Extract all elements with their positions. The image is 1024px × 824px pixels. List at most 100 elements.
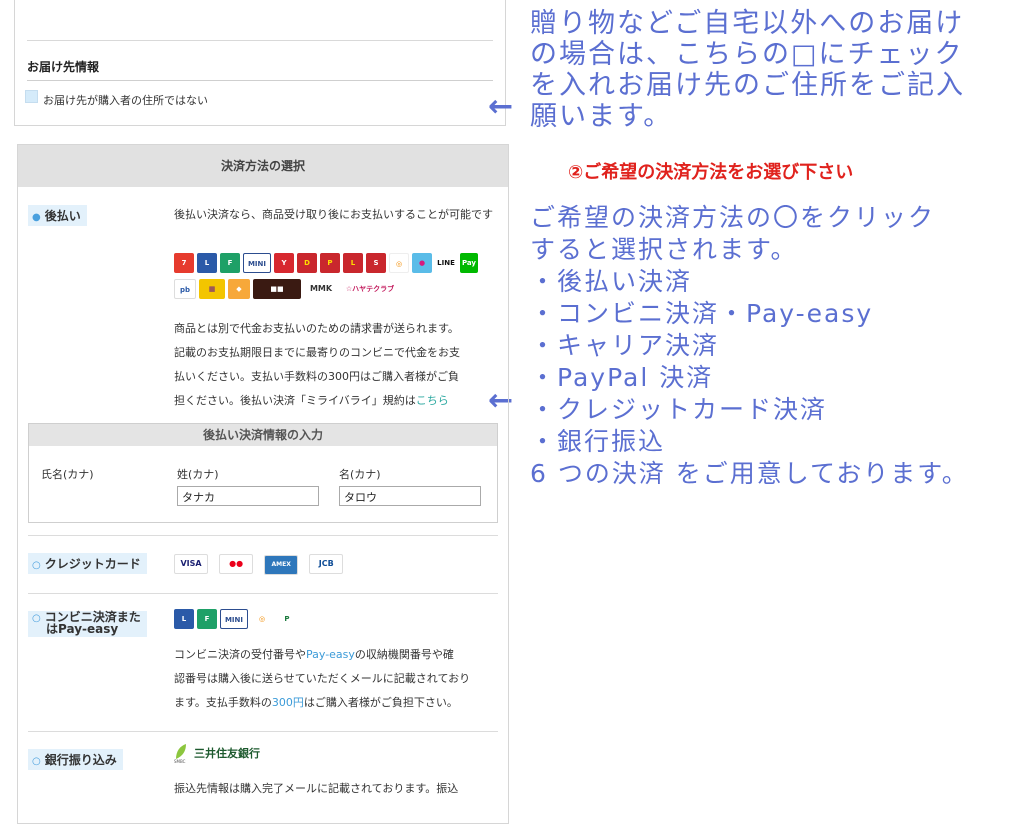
atobarai-details: 商品とは別で代金お支払いのための請求書が送られます。 記載のお支払期限日までに最… <box>174 317 496 413</box>
method-label: 後払い <box>44 209 81 223</box>
detail-line: コンビニ決済の受付番号やPay-easyの収納機関番号や確 <box>174 643 504 667</box>
radio-atobarai[interactable]: ● 後払い <box>28 205 87 226</box>
annotation-line: すると選択されます。 <box>530 235 798 264</box>
circle-logo-icon: ● <box>412 253 432 273</box>
lawson-logo-icon: L <box>174 609 194 629</box>
ministop-logo-icon: MINI <box>220 609 248 629</box>
different-address-label[interactable]: お届け先が購入者の住所ではない <box>43 92 208 108</box>
annotation-line: ・PayPal 決済 <box>530 363 714 392</box>
annotation-line: 6 つの決済 をご用意しております。 <box>530 459 969 488</box>
radio-unselected-icon: ○ <box>32 756 41 767</box>
detail-highlight: 300円 <box>271 696 304 709</box>
mastercard-logo-icon: ●● <box>219 554 254 574</box>
mmk-logo-icon: MMK <box>304 279 338 299</box>
bank-details: 振込先情報は購入完了メールに記載されております。振込 <box>174 782 459 795</box>
store-logos-row-1: 7 L F MINI Y D P L S ◎ ● LINE Pay <box>174 253 478 273</box>
annotation-line: ・キャリア決済 <box>530 331 720 360</box>
smbc-text: SMBC <box>174 759 186 763</box>
mei-kana-input[interactable]: タロウ <box>339 486 481 506</box>
sei-kana-label: 姓(カナ) <box>177 468 219 481</box>
jcb-logo-icon: JCB <box>309 554 344 574</box>
terms-link[interactable]: こちら <box>416 394 449 407</box>
orange-store-logo-icon: ◆ <box>228 279 250 299</box>
sei-kana-input[interactable]: タナカ <box>177 486 319 506</box>
annotation-heading: ②ご希望の決済方法をお選び下さい <box>568 162 854 183</box>
seicomart-sun-logo-icon: ◎ <box>389 253 409 273</box>
linepay-logo-icon: Pay <box>460 253 478 273</box>
visa-logo-icon: VISA <box>174 554 208 574</box>
yamazaki-logo-icon: Y <box>274 253 294 273</box>
detail-line: 認番号は購入後に送らせていただくメールに記載されており <box>174 672 471 685</box>
poplar-logo-icon: P <box>320 253 340 273</box>
detail-text: 担ください。後払い決済「ミライバライ」規約は <box>174 394 416 407</box>
annotation-line: ご希望の決済方法の〇をクリック <box>530 203 936 232</box>
different-address-checkbox[interactable] <box>25 90 38 103</box>
payment-method-panel: 決済方法の選択 ● 後払い 後払い決済なら、商品受け取り後にお支払いすることが可能… <box>17 144 509 824</box>
form-title: 後払い決済情報の入力 <box>29 424 497 446</box>
detail-text: コンビニ決済の受付番号や <box>174 648 306 661</box>
detail-line: 担ください。後払い決済「ミライバライ」規約はこちら <box>174 389 496 413</box>
divider <box>27 80 493 81</box>
daily-logo-icon: D <box>297 253 317 273</box>
bank-logo: SMBC 三井住友銀行 <box>174 743 260 764</box>
familymart-logo-icon: F <box>197 609 217 629</box>
divider <box>28 535 498 536</box>
divider <box>28 731 498 732</box>
detail-line: 商品とは別で代金お支払いのための請求書が送られます。 <box>174 322 459 335</box>
atobarai-info-form: 後払い決済情報の入力 氏名(カナ) 姓(カナ) 名(カナ) タナカ タロウ <box>28 423 498 523</box>
method-label: はPay-easy <box>46 622 119 636</box>
detail-line: 記載のお支払期限日までに最寄りのコンビニで代金をお支 <box>174 346 460 359</box>
payment-header: 決済方法の選択 <box>18 145 508 187</box>
method-label: 銀行振り込み <box>44 753 117 767</box>
radio-credit-card[interactable]: ○ クレジットカード <box>28 553 147 574</box>
method-description: 後払い決済なら、商品受け取り後にお支払いすることが可能です <box>174 208 493 221</box>
smbc-leaf-icon: SMBC <box>174 743 188 764</box>
seicomart-logo-icon: ◎ <box>251 609 273 629</box>
amex-logo-icon: AMEX <box>264 555 299 575</box>
bank-name: 三井住友銀行 <box>194 747 260 760</box>
annotation-line: ・クレジットカード決済 <box>530 395 828 424</box>
hayate-club-logo-icon: ☆ハヤテクラブ <box>341 279 399 299</box>
divider <box>28 593 498 594</box>
line-logo-icon: LINE <box>435 253 457 273</box>
dark-store-logo-icon: ■■ <box>253 279 301 299</box>
annotation-line: 贈り物などご自宅以外へのお届け <box>530 8 965 39</box>
detail-text: はご購入者様がご負担下さい。 <box>303 696 458 709</box>
name-kana-label: 氏名(カナ) <box>41 468 94 481</box>
annotation-line: を入れお届け先のご住所をご記入 <box>530 70 965 101</box>
payeasy-logo-icon: P <box>276 609 298 629</box>
grid-logo-icon: ▦ <box>199 279 225 299</box>
radio-selected-icon: ● <box>32 212 41 223</box>
annotation-payment: ご希望の決済方法の〇をクリック すると選択されます。 ・後払い決済 ・コンビニ決… <box>530 202 1010 490</box>
convenience-details: コンビニ決済の受付番号やPay-easyの収納機関番号や確 認番号は購入後に送ら… <box>174 643 504 715</box>
detail-line: ます。支払手数料の300円はご購入者様がご負担下さい。 <box>174 691 504 715</box>
annotation-delivery: 贈り物などご自宅以外へのお届け の場合は、こちらの□にチェック を入れお届け先の… <box>530 8 1010 132</box>
method-label: クレジットカード <box>44 557 141 571</box>
familymart-logo-icon: F <box>220 253 240 273</box>
divider <box>27 40 493 41</box>
store-logos-row-2: pb ▦ ◆ ■■ MMK ☆ハヤテクラブ <box>174 279 399 299</box>
card-logos: VISA ●● AMEX JCB <box>174 551 349 575</box>
annotation-line: ・銀行振込 <box>530 427 666 456</box>
seicomart-logo-icon: S <box>366 253 386 273</box>
convenience-logos: L F MINI ◎ P <box>174 609 298 629</box>
lifemart-logo-icon: L <box>343 253 363 273</box>
radio-bank-transfer[interactable]: ○ 銀行振り込み <box>28 749 123 770</box>
lawson-logo-icon: L <box>197 253 217 273</box>
radio-unselected-icon: ○ <box>32 613 41 624</box>
radio-convenience[interactable]: ○ コンビニ決済また はPay-easy <box>28 611 147 637</box>
annotation-line: ・コンビニ決済・Pay-easy <box>530 299 874 328</box>
left-arrow-icon: ← <box>488 89 514 124</box>
annotation-line: ・後払い決済 <box>530 267 693 296</box>
ministop-logo-icon: MINI <box>243 253 271 273</box>
radio-unselected-icon: ○ <box>32 560 41 571</box>
annotation-line: の場合は、こちらの□にチェック <box>530 39 964 70</box>
detail-text: ます。支払手数料の <box>174 696 272 709</box>
pb-logo-icon: pb <box>174 279 196 299</box>
detail-line: 払いください。支払い手数料の300円はご購入者様がご負 <box>174 370 459 383</box>
annotation-line: 願います。 <box>530 101 673 132</box>
section-title: お届け先情報 <box>27 60 100 74</box>
detail-text: の収納機関番号や確 <box>354 648 454 661</box>
mei-kana-label: 名(カナ) <box>339 468 381 481</box>
seven-eleven-logo-icon: 7 <box>174 253 194 273</box>
